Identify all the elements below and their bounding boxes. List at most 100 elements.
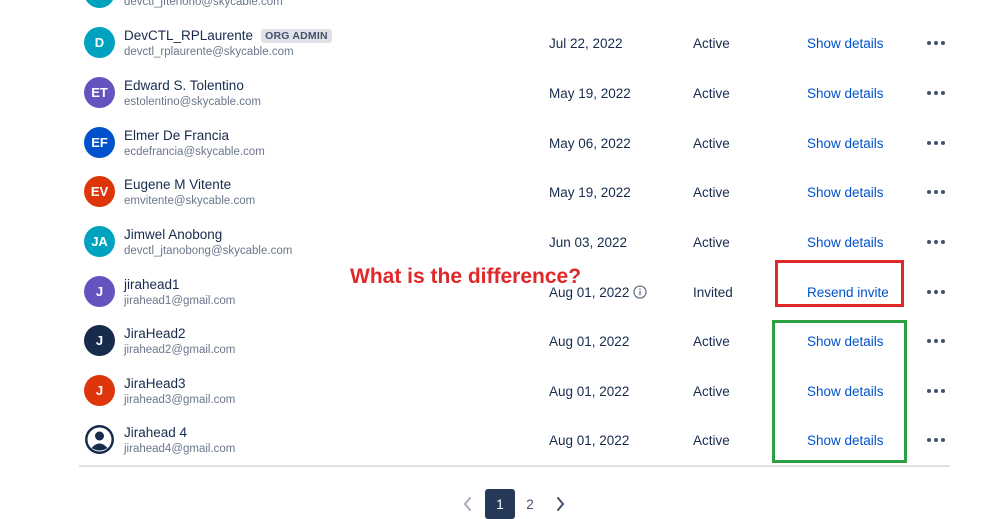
user-name-cell: Eugene M Vitente [124,177,231,192]
user-email: emvitente@skycable.com [124,195,256,207]
dot [927,240,931,244]
dot [927,41,931,45]
user-name: JiraHead2 [124,326,186,341]
more-actions-icon[interactable] [924,85,948,101]
user-status: Active [693,235,730,250]
user-email: jirahead3@gmail.com [124,394,236,406]
dot [934,438,938,442]
annotation-text: What is the difference? [350,265,582,288]
user-name-cell: Jirahead 4 [124,425,187,440]
table-row: D DevCTL_RPLaurente ORG ADMIN devctl_rplaur… [0,18,999,68]
user-email: ecdefrancia@skycable.com [124,146,265,158]
last-active-date: May 19, 2022 [549,86,631,101]
user-name-cell: DevCTL_RPLaurente ORG ADMIN [124,28,332,43]
dot [927,190,931,194]
dot [927,91,931,95]
dot [934,141,938,145]
dot [934,41,938,45]
dot [927,141,931,145]
user-status: Active [693,136,730,151]
avatar: EV [84,176,115,207]
more-actions-icon[interactable] [924,135,948,151]
dot [927,438,931,442]
more-actions-icon[interactable] [924,284,948,300]
dot [941,290,945,294]
user-email: estolentino@skycable.com [124,96,261,108]
user-status: Invited [693,285,733,300]
more-actions-icon[interactable] [924,0,948,1]
user-name-cell: JiraHead3 [124,376,186,391]
more-actions-icon[interactable] [924,333,948,349]
user-name: JiraHead3 [124,376,186,391]
avatar: EF [84,127,115,158]
avatar: JA [84,226,115,257]
more-actions-icon[interactable] [924,383,948,399]
user-name-cell: Jimwel Anobong [124,227,222,242]
show-details-link[interactable]: Show details [807,136,884,151]
dot [934,389,938,393]
user-name-cell: Edward S. Tolentino [124,78,244,93]
last-active-date: May 19, 2022 [549,185,631,200]
user-name: Jimwel Anobong [124,227,223,242]
show-details-link[interactable]: Show details [807,36,884,51]
annotation-red-box [775,260,904,307]
user-name: Elmer De Francia [124,128,230,143]
chevron-right-icon[interactable] [554,497,566,511]
more-actions-icon[interactable] [924,35,948,51]
table-row: ET Edward S. Tolentino estolentino@skycabl… [0,68,999,118]
user-email: devctl_jftenorio@skycable.com [124,0,283,8]
avatar: J [84,375,115,406]
annotation-green-box [772,320,907,463]
user-name: DevCTL_RPLaurente [124,28,254,43]
last-active-date: May 06, 2022 [549,136,631,151]
dot [941,141,945,145]
user-status: Active [693,334,730,349]
page-button-2[interactable]: 2 [515,489,545,519]
avatar: ET [84,77,115,108]
show-details-link[interactable]: Show details [807,86,884,101]
person-icon [85,425,114,454]
user-email: jirahead1@gmail.com [124,295,236,307]
user-name: jirahead1 [124,277,180,292]
table-row: EF Elmer De Francia ecdefrancia@skycable.c… [0,118,999,168]
user-name: Eugene M Vitente [124,177,232,192]
user-name-cell: JiraHead2 [124,326,186,341]
dot [941,438,945,442]
user-status: Active [693,36,730,51]
show-details-link[interactable]: Show details [807,235,884,250]
dot [941,339,945,343]
last-active-date: Aug 01, 2022 [549,433,630,448]
avatar [84,0,115,8]
avatar [84,424,115,455]
more-actions-icon[interactable] [924,234,948,250]
last-active-date: Aug 01, 2022 [549,384,630,399]
user-status: Active [693,384,730,399]
dot [934,240,938,244]
user-status: Active [693,433,730,448]
dot [941,240,945,244]
avatar: D [84,27,115,58]
show-details-link[interactable]: Show details [807,185,884,200]
dot [934,190,938,194]
page-button-1[interactable]: 1 [485,489,515,519]
dot [934,91,938,95]
dot [927,389,931,393]
last-active-date: Aug 01, 2022 [549,334,630,349]
dot [941,389,945,393]
user-email: devctl_rplaurente@skycable.com [124,46,294,58]
more-actions-icon[interactable] [924,432,948,448]
more-actions-icon[interactable] [924,184,948,200]
user-email: devctl_jtanobong@skycable.com [124,245,293,257]
user-email: jirahead2@gmail.com [124,344,236,356]
chevron-left-icon[interactable] [462,497,474,511]
dot [941,91,945,95]
info-icon[interactable] [633,285,647,299]
user-name: Edward S. Tolentino [124,78,244,93]
avatar: J [84,325,115,356]
user-status: Active [693,185,730,200]
user-name-cell: Elmer De Francia [124,128,229,143]
dot [934,339,938,343]
org-admin-badge: ORG ADMIN [261,29,332,43]
user-email: jirahead4@gmail.com [124,443,236,455]
table-bottom-divider [79,465,950,467]
